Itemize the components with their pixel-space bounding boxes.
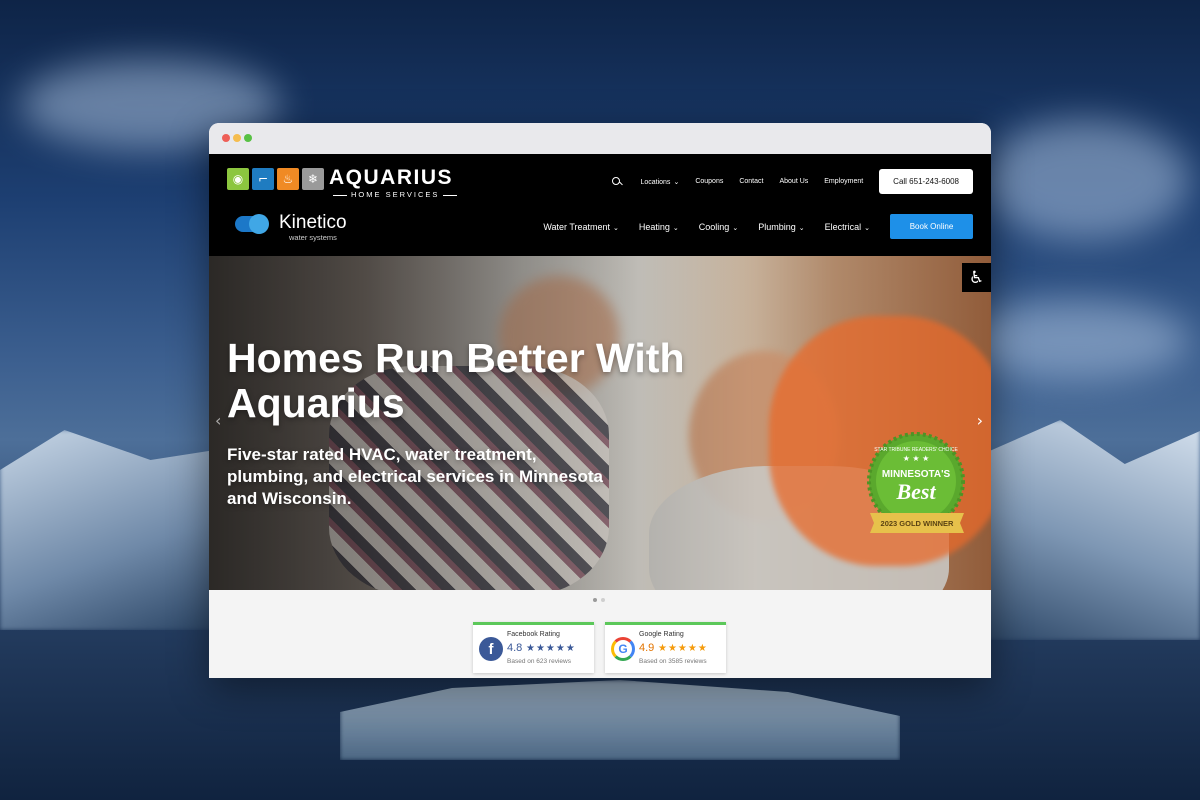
snowflake-icon: ❄ — [302, 168, 324, 190]
nav-electrical[interactable]: Electrical ⌄ — [825, 222, 870, 232]
rating-based-on: Based on 623 reviews — [507, 658, 571, 665]
chevron-down-icon: ⌄ — [673, 178, 680, 186]
hero-slider: Homes Run Better With Aquarius Five-star… — [209, 256, 991, 590]
browser-window: ◉ ⌐ ♨ ❄ AQUARIUS HOME SERVICES Kinetico … — [209, 123, 991, 678]
hero-title: Homes Run Better With Aquarius — [227, 335, 685, 426]
nav-label: Heating — [638, 221, 670, 232]
google-icon: G — [611, 637, 635, 661]
background-cloud — [960, 300, 1190, 380]
kinetico-mark-icon — [235, 214, 277, 234]
nav-label: Electrical — [824, 221, 862, 232]
faucet-icon: ⌐ — [252, 168, 274, 190]
nav-contact[interactable]: Contact — [739, 178, 763, 185]
call-button[interactable]: Call 651-243-6008 — [879, 169, 973, 194]
minnesotas-best-badge: STAR TRIBUNE READERS' CHOICE ★ ★ ★ MINNE… — [864, 431, 976, 543]
brand-logo[interactable]: AQUARIUS HOME SERVICES — [329, 167, 461, 199]
search-icon[interactable] — [612, 176, 622, 187]
rating-title: Facebook Rating — [507, 631, 560, 638]
chevron-down-icon: ⌄ — [798, 224, 805, 232]
carousel-dots — [593, 598, 605, 602]
facebook-rating-card[interactable]: f Facebook Rating 4.8 ★★★★★ Based on 623… — [473, 622, 594, 673]
site-header: ◉ ⌐ ♨ ❄ AQUARIUS HOME SERVICES Kinetico … — [209, 154, 991, 256]
rating-score: 4.9 — [639, 642, 655, 654]
partner-logo[interactable]: Kinetico water systems — [235, 213, 347, 242]
maximize-window-dot[interactable] — [244, 134, 252, 142]
facebook-icon: f — [479, 637, 503, 661]
partner-name: Kinetico — [279, 212, 347, 233]
nav-label: Locations — [640, 178, 671, 186]
nav-water-treatment[interactable]: Water Treatment ⌄ — [543, 222, 619, 232]
rating-stars: ★★★★★ — [526, 643, 576, 654]
rating-score: 4.8 — [507, 642, 523, 654]
next-slide-arrow-icon[interactable]: › — [977, 411, 983, 430]
chevron-down-icon: ⌄ — [864, 224, 870, 232]
nav-about-us[interactable]: About Us — [779, 178, 808, 185]
google-rating-card[interactable]: G Google Rating 4.9 ★★★★★ Based on 3585 … — [605, 622, 726, 673]
main-nav: Water Treatment ⌄ Heating ⌄ Cooling ⌄ Plumb… — [543, 214, 973, 239]
close-window-dot[interactable] — [222, 134, 230, 142]
partner-subtitle: water systems — [289, 233, 337, 242]
badge-stars: ★ ★ ★ — [903, 454, 930, 463]
book-online-button[interactable]: Book Online — [890, 214, 973, 239]
chevron-down-icon: ⌄ — [732, 224, 739, 232]
service-icons[interactable]: ◉ ⌐ ♨ ❄ — [227, 168, 324, 190]
background-cloud — [980, 120, 1190, 240]
nav-cooling[interactable]: Cooling ⌄ — [699, 222, 738, 232]
nav-employment[interactable]: Employment — [824, 178, 863, 185]
nav-label: Cooling — [698, 221, 730, 232]
nav-heating[interactable]: Heating ⌄ — [639, 222, 679, 232]
browser-chrome — [209, 123, 991, 154]
carousel-dot[interactable] — [593, 598, 597, 602]
brand-name: AQUARIUS — [329, 166, 454, 189]
background-iceberg — [985, 420, 1200, 640]
nav-coupons[interactable]: Coupons — [695, 178, 723, 185]
chevron-down-icon: ⌄ — [672, 224, 679, 232]
background-iceberg — [0, 430, 215, 630]
flame-icon: ♨ — [277, 168, 299, 190]
hero-subtitle: Five-star rated HVAC, water treatment, p… — [227, 445, 604, 508]
minimize-window-dot[interactable] — [233, 134, 241, 142]
brand-subtitle: HOME SERVICES — [329, 190, 461, 199]
nav-plumbing[interactable]: Plumbing ⌄ — [758, 222, 804, 232]
lightbulb-icon: ◉ — [227, 168, 249, 190]
rating-title: Google Rating — [639, 631, 684, 638]
carousel-dot[interactable] — [601, 598, 605, 602]
ratings-section: f Facebook Rating 4.8 ★★★★★ Based on 623… — [209, 590, 991, 678]
rating-stars: ★★★★★ — [658, 643, 708, 654]
nav-locations[interactable]: Locations ⌄ — [640, 178, 679, 186]
badge-top-text: STAR TRIBUNE READERS' CHOICE — [874, 447, 958, 453]
chevron-down-icon: ⌄ — [613, 224, 619, 232]
badge-ribbon: 2023 GOLD WINNER — [881, 519, 955, 528]
background-iceberg — [340, 680, 900, 760]
nav-label: Plumbing — [758, 221, 796, 232]
prev-slide-arrow-icon[interactable]: ‹ — [215, 411, 221, 430]
nav-label: Water Treatment — [543, 221, 611, 232]
rating-based-on: Based on 3585 reviews — [639, 658, 707, 665]
accessibility-icon[interactable]: ♿ — [962, 263, 991, 292]
badge-line2: Best — [895, 479, 936, 504]
utility-nav: Locations ⌄ Coupons Contact About Us Empl… — [612, 169, 973, 194]
